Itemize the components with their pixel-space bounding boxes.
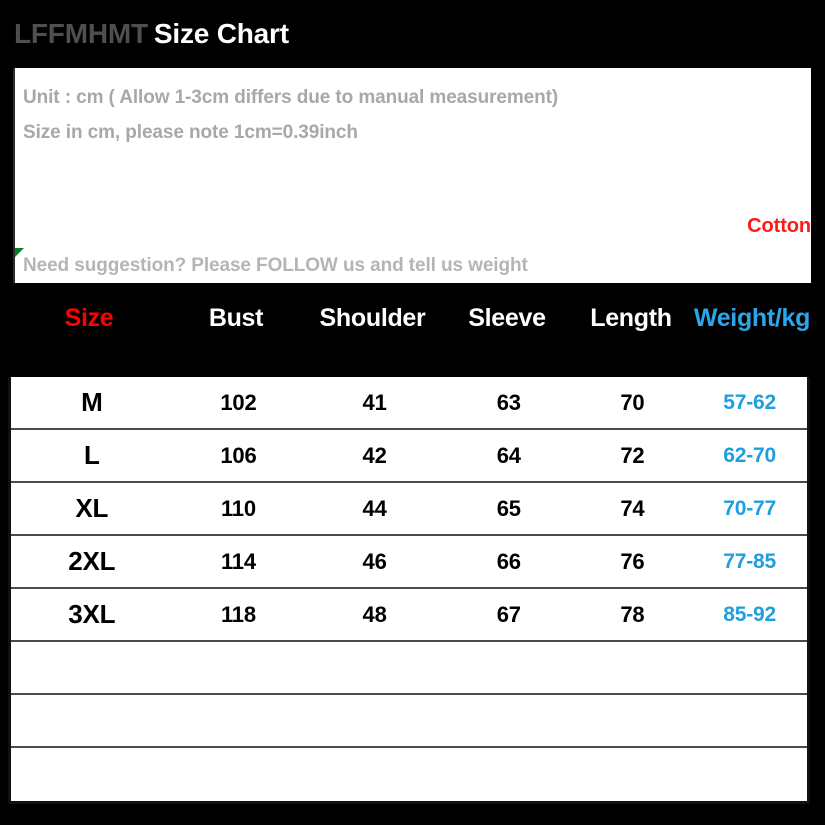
cell-length	[573, 642, 693, 693]
cell-bust	[173, 748, 305, 801]
cell-size: XL	[75, 493, 109, 523]
cell-size: M	[81, 387, 103, 417]
cell-length: 76	[620, 548, 645, 574]
column-header-sleeve: Sleeve	[468, 304, 546, 332]
title-band: LFFMHMT Size Chart	[0, 0, 825, 68]
cell-sleeve	[445, 695, 573, 746]
follow-note: Need suggestion? Please FOLLOW us and te…	[23, 255, 528, 276]
cell-bust: 110	[220, 495, 256, 521]
cell-length	[573, 748, 693, 801]
size-table-body: M 102 41 63 70 57-62 L 106 42 64 72 62-70 XL 110 44 65 7…	[8, 377, 810, 804]
cell-size: 3XL	[68, 599, 116, 629]
page-title-label: Size Chart	[153, 18, 289, 49]
cell-length: 72	[620, 442, 645, 468]
cell-length	[573, 695, 693, 746]
column-header-shoulder: Shoulder	[319, 304, 426, 332]
unit-note: Unit : cm ( Allow 1-3cm differs due to m…	[23, 87, 559, 108]
cell-size	[11, 695, 173, 746]
cell-weight: 77-85	[723, 549, 776, 573]
table-header-row: Size Bust Shoulder Sleeve Length Weight/…	[8, 304, 813, 333]
column-header-length: Length	[590, 304, 672, 332]
cell-sleeve: 65	[496, 495, 521, 521]
cell-shoulder: 41	[362, 389, 387, 415]
table-row	[11, 695, 807, 748]
cell-length: 74	[620, 495, 645, 521]
cell-weight	[692, 695, 807, 746]
cell-size	[11, 748, 173, 801]
column-header-weight: Weight/kg	[693, 304, 811, 332]
cell-sleeve	[445, 748, 573, 801]
cell-sleeve: 64	[496, 442, 521, 468]
table-row	[11, 642, 807, 695]
table-row: XL 110 44 65 74 70-77	[11, 483, 807, 536]
column-header-size: Size	[64, 304, 114, 332]
table-row: L 106 42 64 72 62-70	[11, 430, 807, 483]
cell-shoulder: 48	[362, 601, 387, 627]
cell-weight	[692, 748, 807, 801]
brand-name: LFFMHMT	[14, 18, 148, 49]
cell-weight	[692, 642, 807, 693]
table-row: 3XL 118 48 67 78 85-92	[11, 589, 807, 642]
cell-shoulder	[304, 695, 445, 746]
info-panel: Unit : cm ( Allow 1-3cm differs due to m…	[13, 68, 811, 283]
cell-sleeve: 67	[496, 601, 521, 627]
cell-bust: 102	[220, 389, 257, 415]
cell-bust	[173, 642, 305, 693]
cell-weight: 70-77	[723, 496, 776, 520]
table-header-band: Size Bust Shoulder Sleeve Length Weight/…	[0, 283, 825, 377]
size-chart-page: LFFMHMT Size Chart Unit : cm ( Allow 1-3c…	[0, 0, 825, 825]
cell-sleeve	[445, 642, 573, 693]
page-title: LFFMHMT Size Chart	[14, 16, 289, 52]
cell-bust	[173, 695, 305, 746]
cell-shoulder: 46	[362, 548, 387, 574]
cell-shoulder: 42	[362, 442, 387, 468]
cell-length: 70	[620, 389, 645, 415]
conversion-note: Size in cm, please note 1cm=0.39inch	[23, 122, 358, 143]
cell-sleeve: 66	[496, 548, 521, 574]
cell-bust: 106	[220, 442, 257, 468]
cell-bust: 114	[220, 548, 256, 574]
cell-bust: 118	[220, 601, 256, 627]
cell-shoulder	[304, 748, 445, 801]
cell-weight: 85-92	[723, 602, 776, 626]
cell-size: 2XL	[68, 546, 116, 576]
cell-length: 78	[620, 601, 645, 627]
material-label: Cotton	[747, 215, 811, 237]
cell-size	[11, 642, 173, 693]
table-row	[11, 748, 807, 801]
table-row: M 102 41 63 70 57-62	[11, 377, 807, 430]
cell-shoulder: 44	[362, 495, 387, 521]
cell-sleeve: 63	[496, 389, 521, 415]
cell-size: L	[83, 440, 100, 470]
cell-weight: 62-70	[723, 443, 776, 467]
column-header-bust: Bust	[208, 304, 264, 332]
cell-weight: 57-62	[723, 390, 776, 414]
table-row: 2XL 114 46 66 76 77-85	[11, 536, 807, 589]
cell-shoulder	[304, 642, 445, 693]
